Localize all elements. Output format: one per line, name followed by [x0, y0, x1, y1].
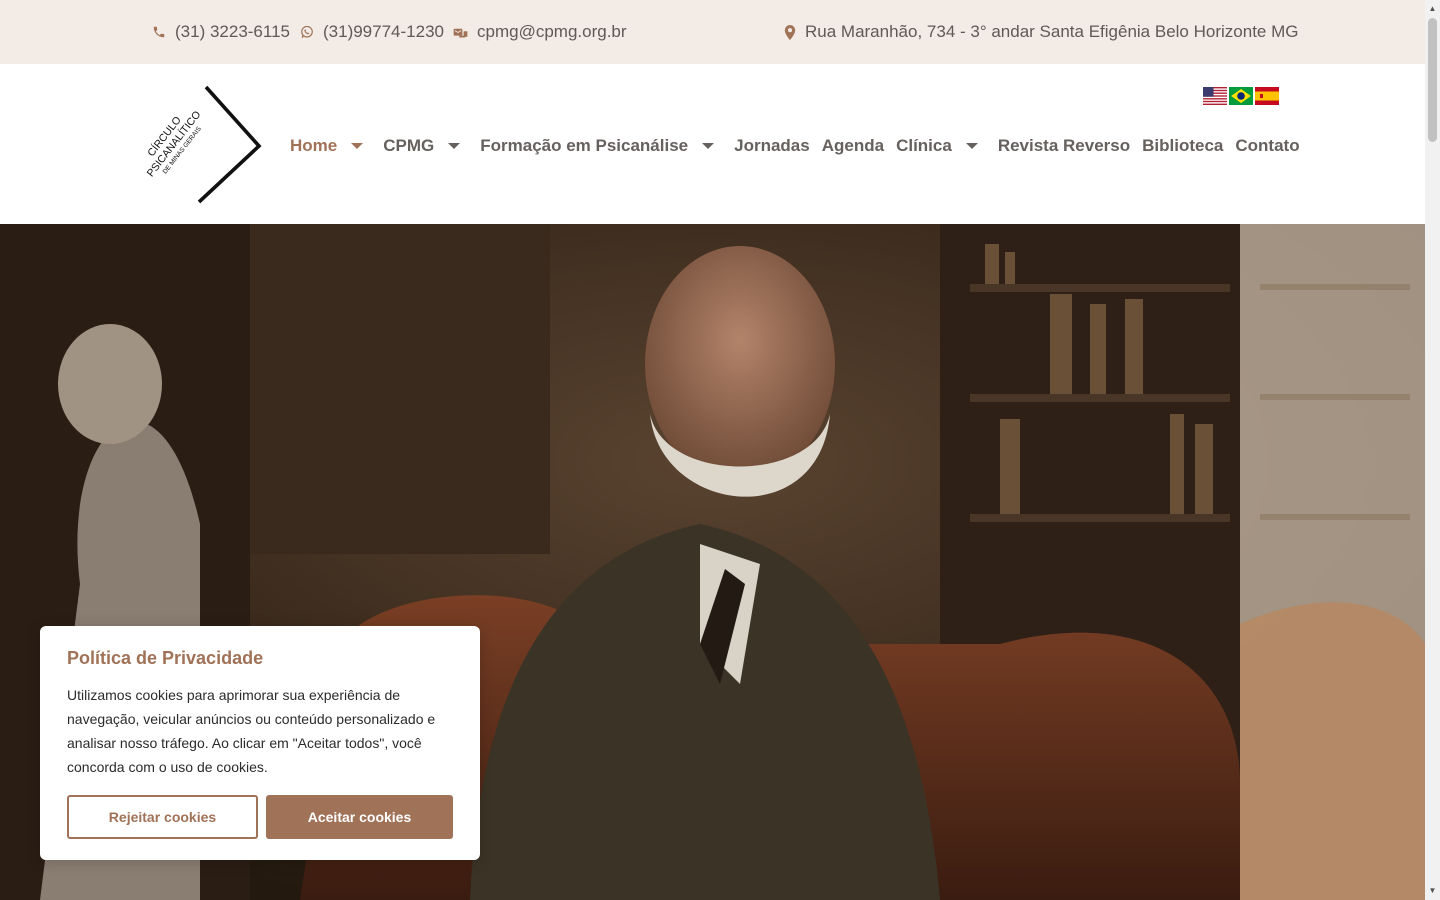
cookie-title: Política de Privacidade	[67, 648, 264, 668]
email-text: cpmg@cpmg.org.br	[477, 22, 627, 41]
main-navigation: Home CPMG Formação em Psicanálise Jornad…	[290, 134, 1312, 158]
caret-down-icon[interactable]	[965, 143, 978, 149]
nav-item-label: Revista Reverso	[997, 136, 1131, 155]
caret-down-icon[interactable]	[351, 143, 364, 149]
nav-item-contato[interactable]: Contato	[1235, 136, 1299, 156]
scroll-down-arrow-icon[interactable]: ▼	[1428, 886, 1437, 896]
flag-us-icon[interactable]	[1203, 87, 1227, 105]
cookie-consent-dialog: Política de Privacidade Utilizamos cooki…	[40, 626, 480, 860]
accept-cookies-button[interactable]: Aceitar cookies	[266, 795, 453, 839]
flag-br-icon[interactable]	[1229, 87, 1253, 105]
nav-item-label: Home	[290, 136, 338, 155]
whatsapp-icon	[301, 25, 313, 39]
nav-item-home[interactable]: Home	[290, 136, 371, 156]
nav-item-cpmg[interactable]: CPMG	[383, 136, 468, 156]
scroll-up-arrow-icon[interactable]: ▲	[1428, 4, 1437, 14]
nav-item-jornadas[interactable]: Jornadas	[734, 136, 810, 156]
scrollbar-thumb[interactable]	[1428, 18, 1437, 142]
nav-item-label: Agenda	[821, 136, 885, 155]
address-text: Rua Maranhão, 734 - 3° andar Santa Efigê…	[805, 22, 1299, 41]
nav-item-revista-reverso[interactable]: Revista Reverso	[998, 136, 1130, 156]
nav-item-label: Formação em Psicanálise	[480, 136, 689, 155]
caret-down-icon[interactable]	[702, 143, 715, 149]
site-logo[interactable]: CÍRCULO PSICANALÍTICO DE MINAS GERAIS	[140, 84, 264, 206]
whatsapp-contact[interactable]: (31)99774-1230	[300, 20, 444, 44]
nav-item-formacao[interactable]: Formação em Psicanálise	[480, 136, 722, 156]
phone-icon	[153, 26, 165, 38]
nav-item-label: Clínica	[896, 136, 952, 155]
nav-item-label: Biblioteca	[1142, 136, 1224, 155]
nav-item-agenda[interactable]: Agenda	[822, 136, 884, 156]
cookie-message: Utilizamos cookies para aprimorar sua ex…	[67, 687, 436, 775]
flag-es-icon[interactable]	[1255, 87, 1279, 105]
nav-item-label: Contato	[1235, 136, 1300, 155]
mail-icon	[453, 28, 468, 37]
nav-item-clinica[interactable]: Clínica	[896, 136, 986, 156]
nav-item-label: Jornadas	[734, 136, 810, 155]
reject-cookies-button[interactable]: Rejeitar cookies	[67, 795, 258, 839]
language-switcher	[1203, 87, 1279, 105]
phone-contact[interactable]: (31) 3223-6115	[152, 20, 290, 44]
address-info: Rua Maranhão, 734 - 3° andar Santa Efigê…	[784, 20, 1298, 44]
nav-item-label: CPMG	[383, 136, 435, 155]
caret-down-icon[interactable]	[448, 143, 461, 149]
nav-item-biblioteca[interactable]: Biblioteca	[1142, 136, 1223, 156]
email-contact[interactable]: cpmg@cpmg.org.br	[453, 20, 627, 44]
map-pin-icon	[784, 24, 796, 40]
phone-text: (31) 3223-6115	[175, 22, 290, 41]
top-info-bar: (31) 3223-6115 (31)99774-1230 cpmg@cpmg.…	[0, 0, 1425, 64]
whatsapp-text: (31)99774-1230	[323, 22, 444, 41]
